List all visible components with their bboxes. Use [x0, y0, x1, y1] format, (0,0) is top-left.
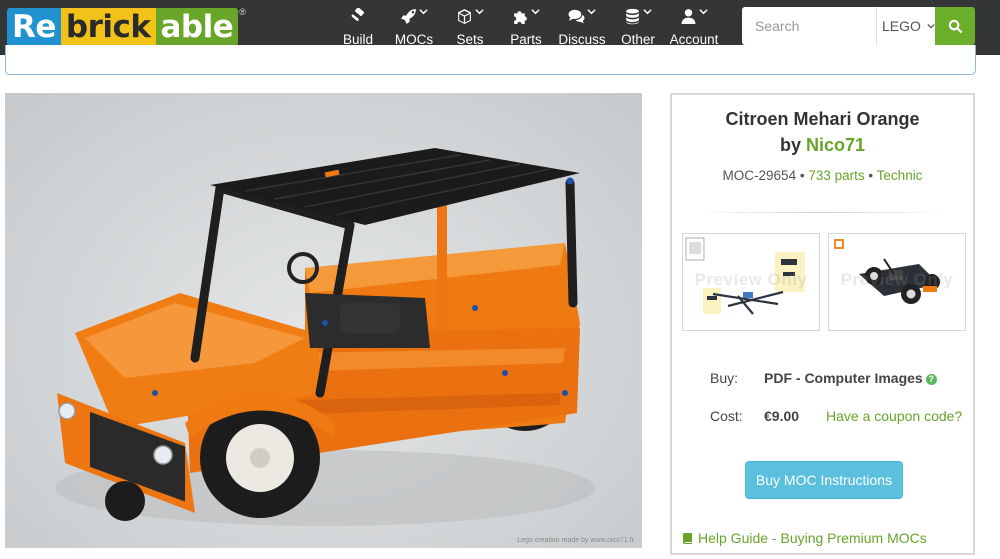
- preview-watermark: Preview Only: [694, 270, 808, 289]
- user-icon: [681, 9, 696, 24]
- panel-divider: [696, 212, 949, 213]
- question-circle-icon[interactable]: ?: [925, 374, 937, 385]
- buy-label: Buy:: [710, 370, 739, 386]
- chevron-down-icon: [475, 9, 484, 15]
- parts-link[interactable]: 733 parts: [808, 168, 864, 183]
- moc-title: Citroen Mehari Orange: [725, 109, 920, 129]
- moc-main-photo[interactable]: Lego creation made by www.nico71.fr: [5, 93, 642, 548]
- chevron-down-icon: [927, 23, 935, 29]
- preview-watermark: Preview Only: [840, 270, 954, 289]
- instruction-preview-thumb-1[interactable]: Preview Only: [682, 233, 820, 331]
- buy-format-value: PDF - Computer Images?: [764, 370, 937, 386]
- search-icon: [948, 19, 962, 33]
- byline-prefix: by: [779, 135, 801, 155]
- moc-id: MOC-29654: [722, 168, 797, 183]
- search-input[interactable]: [742, 7, 876, 45]
- chevron-down-icon: [419, 9, 428, 15]
- rebrickable-logo[interactable]: Re brick able ®: [7, 7, 246, 47]
- registered-mark: ®: [239, 7, 246, 17]
- orange-vehicle-illustration: [55, 148, 595, 526]
- theme-link[interactable]: Technic: [877, 168, 923, 183]
- search-button[interactable]: [935, 7, 975, 45]
- search-scope-select[interactable]: LEGO: [876, 7, 935, 45]
- moc-byline: by Nico71: [672, 135, 973, 156]
- meta-separator: •: [868, 168, 874, 183]
- search-bar: LEGO: [742, 7, 975, 45]
- cost-label: Cost:: [710, 408, 743, 424]
- moc-info-panel: Citroen Mehari Orange by Nico71 MOC-2965…: [670, 93, 975, 555]
- cost-value: €9.00: [764, 408, 800, 424]
- chevron-down-icon: [531, 9, 540, 15]
- logo-part-re: Re: [7, 8, 61, 46]
- alert-box: [5, 45, 976, 75]
- comments-icon: [568, 9, 585, 24]
- meta-separator: •: [799, 168, 805, 183]
- chevron-down-icon: [587, 9, 596, 15]
- puzzle-icon: [514, 11, 527, 24]
- buy-format-text: PDF - Computer Images: [764, 370, 923, 386]
- author-link[interactable]: Nico71: [806, 135, 865, 155]
- photo-credit: Lego creation made by www.nico71.fr: [517, 537, 634, 544]
- chevron-down-icon: [699, 9, 708, 15]
- cube-icon: [458, 9, 471, 24]
- help-guide-text: Help Guide - Buying Premium MOCs: [698, 530, 927, 546]
- gavel-icon: [351, 8, 364, 21]
- coupon-code-link[interactable]: Have a coupon code?: [826, 408, 962, 424]
- help-guide-link[interactable]: Help Guide - Buying Premium MOCs: [682, 530, 927, 546]
- buy-moc-instructions-button[interactable]: Buy MOC Instructions: [745, 461, 903, 499]
- search-scope-value: LEGO: [882, 18, 921, 34]
- instruction-preview-thumb-2[interactable]: Preview Only: [828, 233, 966, 331]
- book-icon: [683, 533, 692, 544]
- rocket-icon: [401, 9, 416, 24]
- logo-part-able: able: [155, 8, 239, 46]
- logo-part-brick: brick: [60, 8, 156, 46]
- chevron-down-icon: [643, 9, 652, 15]
- database-icon: [626, 8, 639, 25]
- moc-meta: MOC-29654 • 733 parts • Technic: [672, 168, 973, 183]
